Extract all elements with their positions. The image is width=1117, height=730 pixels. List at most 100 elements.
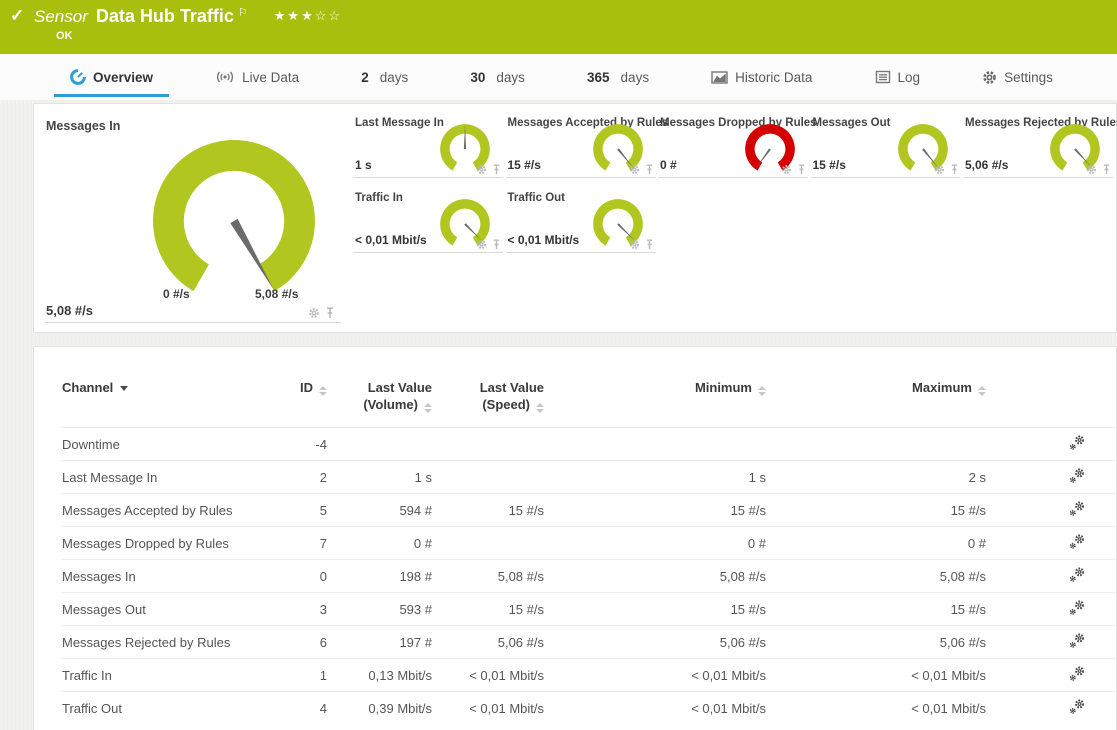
cell-last-value-speed: 5,08 #/s — [432, 560, 544, 593]
pin-icon[interactable] — [950, 164, 959, 175]
gauge-scale-max: 5,08 #/s — [255, 287, 298, 301]
col-header-id[interactable]: ID — [277, 379, 327, 428]
channel-settings-gears-icon[interactable] — [1069, 599, 1086, 616]
gauge-title: Traffic In — [355, 192, 403, 204]
cell-id: 0 — [277, 560, 327, 593]
gauge-title: Last Message In — [355, 117, 444, 129]
small-gauge-cell[interactable]: Traffic Out< 0,01 Mbit/s — [506, 192, 656, 253]
cell-id: 7 — [277, 527, 327, 560]
cell-maximum: 5,08 #/s — [766, 560, 986, 593]
table-row[interactable]: Messages Accepted by Rules5594 #15 #/s15… — [62, 494, 1117, 527]
page-title: Data Hub Traffic — [96, 6, 234, 27]
tab-settings[interactable]: Settings — [976, 54, 1059, 100]
table-row[interactable]: Messages Out3593 #15 #/s15 #/s15 #/s — [62, 593, 1117, 626]
gear-icon — [982, 70, 997, 85]
gauge-settings-gear-icon[interactable] — [1086, 164, 1097, 175]
cell-channel: Traffic In — [62, 659, 277, 692]
gauge-value: 5,08 #/s — [46, 303, 93, 318]
tab-365-days[interactable]: 365days — [581, 54, 655, 100]
small-gauge-cell[interactable]: Messages Dropped by Rules0 # — [658, 117, 808, 178]
small-gauge-cell[interactable]: Messages Rejected by Rules5,06 #/s — [963, 117, 1113, 178]
cell-minimum: 0 # — [544, 527, 766, 560]
gauge-title: Traffic Out — [508, 192, 566, 204]
table-row[interactable]: Traffic In10,13 Mbit/s< 0,01 Mbit/s< 0,0… — [62, 659, 1117, 692]
channel-settings-gears-icon[interactable] — [1069, 500, 1086, 517]
pin-icon[interactable] — [645, 239, 654, 250]
col-header-channel[interactable]: Channel — [62, 379, 277, 428]
flag-icon[interactable]: ⚐ — [238, 6, 248, 19]
col-header-last-value-volume[interactable]: Last Value (Volume) — [327, 379, 432, 428]
channel-settings-gears-icon[interactable] — [1069, 665, 1086, 682]
cell-last-value-volume: 0,39 Mbit/s — [327, 692, 432, 725]
cell-minimum: 5,08 #/s — [544, 560, 766, 593]
cell-minimum: < 0,01 Mbit/s — [544, 659, 766, 692]
table-row[interactable]: Messages In0198 #5,08 #/s5,08 #/s5,08 #/… — [62, 560, 1117, 593]
channel-settings-gears-icon[interactable] — [1069, 533, 1086, 550]
gauge-settings-gear-icon[interactable] — [476, 239, 487, 250]
cell-channel: Messages Accepted by Rules — [62, 494, 277, 527]
gauge-settings-gear-icon[interactable] — [308, 307, 320, 319]
tab-overview[interactable]: Overview — [64, 54, 159, 100]
small-gauge-cell[interactable]: Traffic In< 0,01 Mbit/s — [353, 192, 503, 253]
col-header-maximum[interactable]: Maximum — [766, 379, 986, 428]
status-badge: OK — [56, 30, 1117, 42]
tab-30-days[interactable]: 30days — [464, 54, 531, 100]
small-gauge-cell[interactable]: Last Message In 1 s — [353, 117, 503, 178]
channel-settings-gears-icon[interactable] — [1069, 434, 1086, 451]
tab-live-data[interactable]: Live Data — [209, 54, 305, 100]
cell-maximum: 15 #/s — [766, 593, 986, 626]
channel-settings-gears-icon[interactable] — [1069, 698, 1086, 715]
pin-icon[interactable] — [1102, 164, 1111, 175]
table-row[interactable]: Traffic Out40,39 Mbit/s< 0,01 Mbit/s< 0,… — [62, 692, 1117, 725]
primary-gauge-cell[interactable]: Messages In 0 #/s 5,08 #/s 5,08 #/s — [45, 117, 341, 323]
cell-id: -4 — [277, 428, 327, 461]
table-row[interactable]: Last Message In21 s1 s2 s — [62, 461, 1117, 494]
channel-settings-gears-icon[interactable] — [1069, 566, 1086, 583]
cell-last-value-volume: 593 # — [327, 593, 432, 626]
cell-last-value-volume: 594 # — [327, 494, 432, 527]
gauge-value: 15 #/s — [813, 158, 846, 172]
cell-id: 6 — [277, 626, 327, 659]
col-header-minimum[interactable]: Minimum — [544, 379, 766, 428]
object-type-label: Sensor — [34, 7, 88, 27]
gauge-settings-gear-icon[interactable] — [934, 164, 945, 175]
broadcast-icon — [215, 70, 235, 84]
pin-icon[interactable] — [492, 164, 501, 175]
tab-log[interactable]: Log — [869, 54, 927, 100]
table-row[interactable]: Downtime-4 — [62, 428, 1117, 461]
pin-icon[interactable] — [645, 164, 654, 175]
tab-historic-data[interactable]: Historic Data — [705, 54, 818, 100]
cell-channel: Messages Rejected by Rules — [62, 626, 277, 659]
cell-last-value-volume: 197 # — [327, 626, 432, 659]
small-gauge-cell[interactable]: Messages Out15 #/s — [811, 117, 961, 178]
pin-icon[interactable] — [492, 239, 501, 250]
pin-icon[interactable] — [325, 307, 335, 319]
priority-stars[interactable]: ★★★☆☆ — [274, 8, 342, 24]
gauge-settings-gear-icon[interactable] — [476, 164, 487, 175]
sort-desc-icon — [120, 386, 128, 391]
cell-last-value-speed: 15 #/s — [432, 494, 544, 527]
gauge-settings-gear-icon[interactable] — [629, 164, 640, 175]
cell-minimum: 15 #/s — [544, 494, 766, 527]
channel-settings-gears-icon[interactable] — [1069, 632, 1086, 649]
gauge-settings-gear-icon[interactable] — [781, 164, 792, 175]
tab-2-days[interactable]: 2days — [355, 54, 414, 100]
col-header-actions — [986, 379, 1117, 428]
gauge-value: 15 #/s — [508, 158, 541, 172]
tab-bar: Overview Live Data 2days 30days 365days … — [0, 54, 1117, 100]
channel-settings-gears-icon[interactable] — [1069, 467, 1086, 484]
cell-last-value-speed: 5,06 #/s — [432, 626, 544, 659]
cell-channel: Messages Out — [62, 593, 277, 626]
pin-icon[interactable] — [797, 164, 806, 175]
cell-id: 2 — [277, 461, 327, 494]
table-row[interactable]: Messages Rejected by Rules6197 #5,06 #/s… — [62, 626, 1117, 659]
table-row[interactable]: Messages Dropped by Rules70 #0 #0 # — [62, 527, 1117, 560]
col-header-last-value-speed[interactable]: Last Value (Speed) — [432, 379, 544, 428]
small-gauge-cell[interactable]: Messages Accepted by Rules15 #/s — [506, 117, 656, 178]
cell-minimum: 1 s — [544, 461, 766, 494]
gauge-value: 1 s — [355, 158, 372, 172]
gauge-settings-gear-icon[interactable] — [629, 239, 640, 250]
small-gauges-grid: Last Message In 1 s Messages Accepted by R… — [353, 117, 1116, 332]
cell-channel: Downtime — [62, 428, 277, 461]
sensor-header: ✓ Sensor Data Hub Traffic ⚐ ★★★☆☆ OK — [0, 0, 1117, 54]
